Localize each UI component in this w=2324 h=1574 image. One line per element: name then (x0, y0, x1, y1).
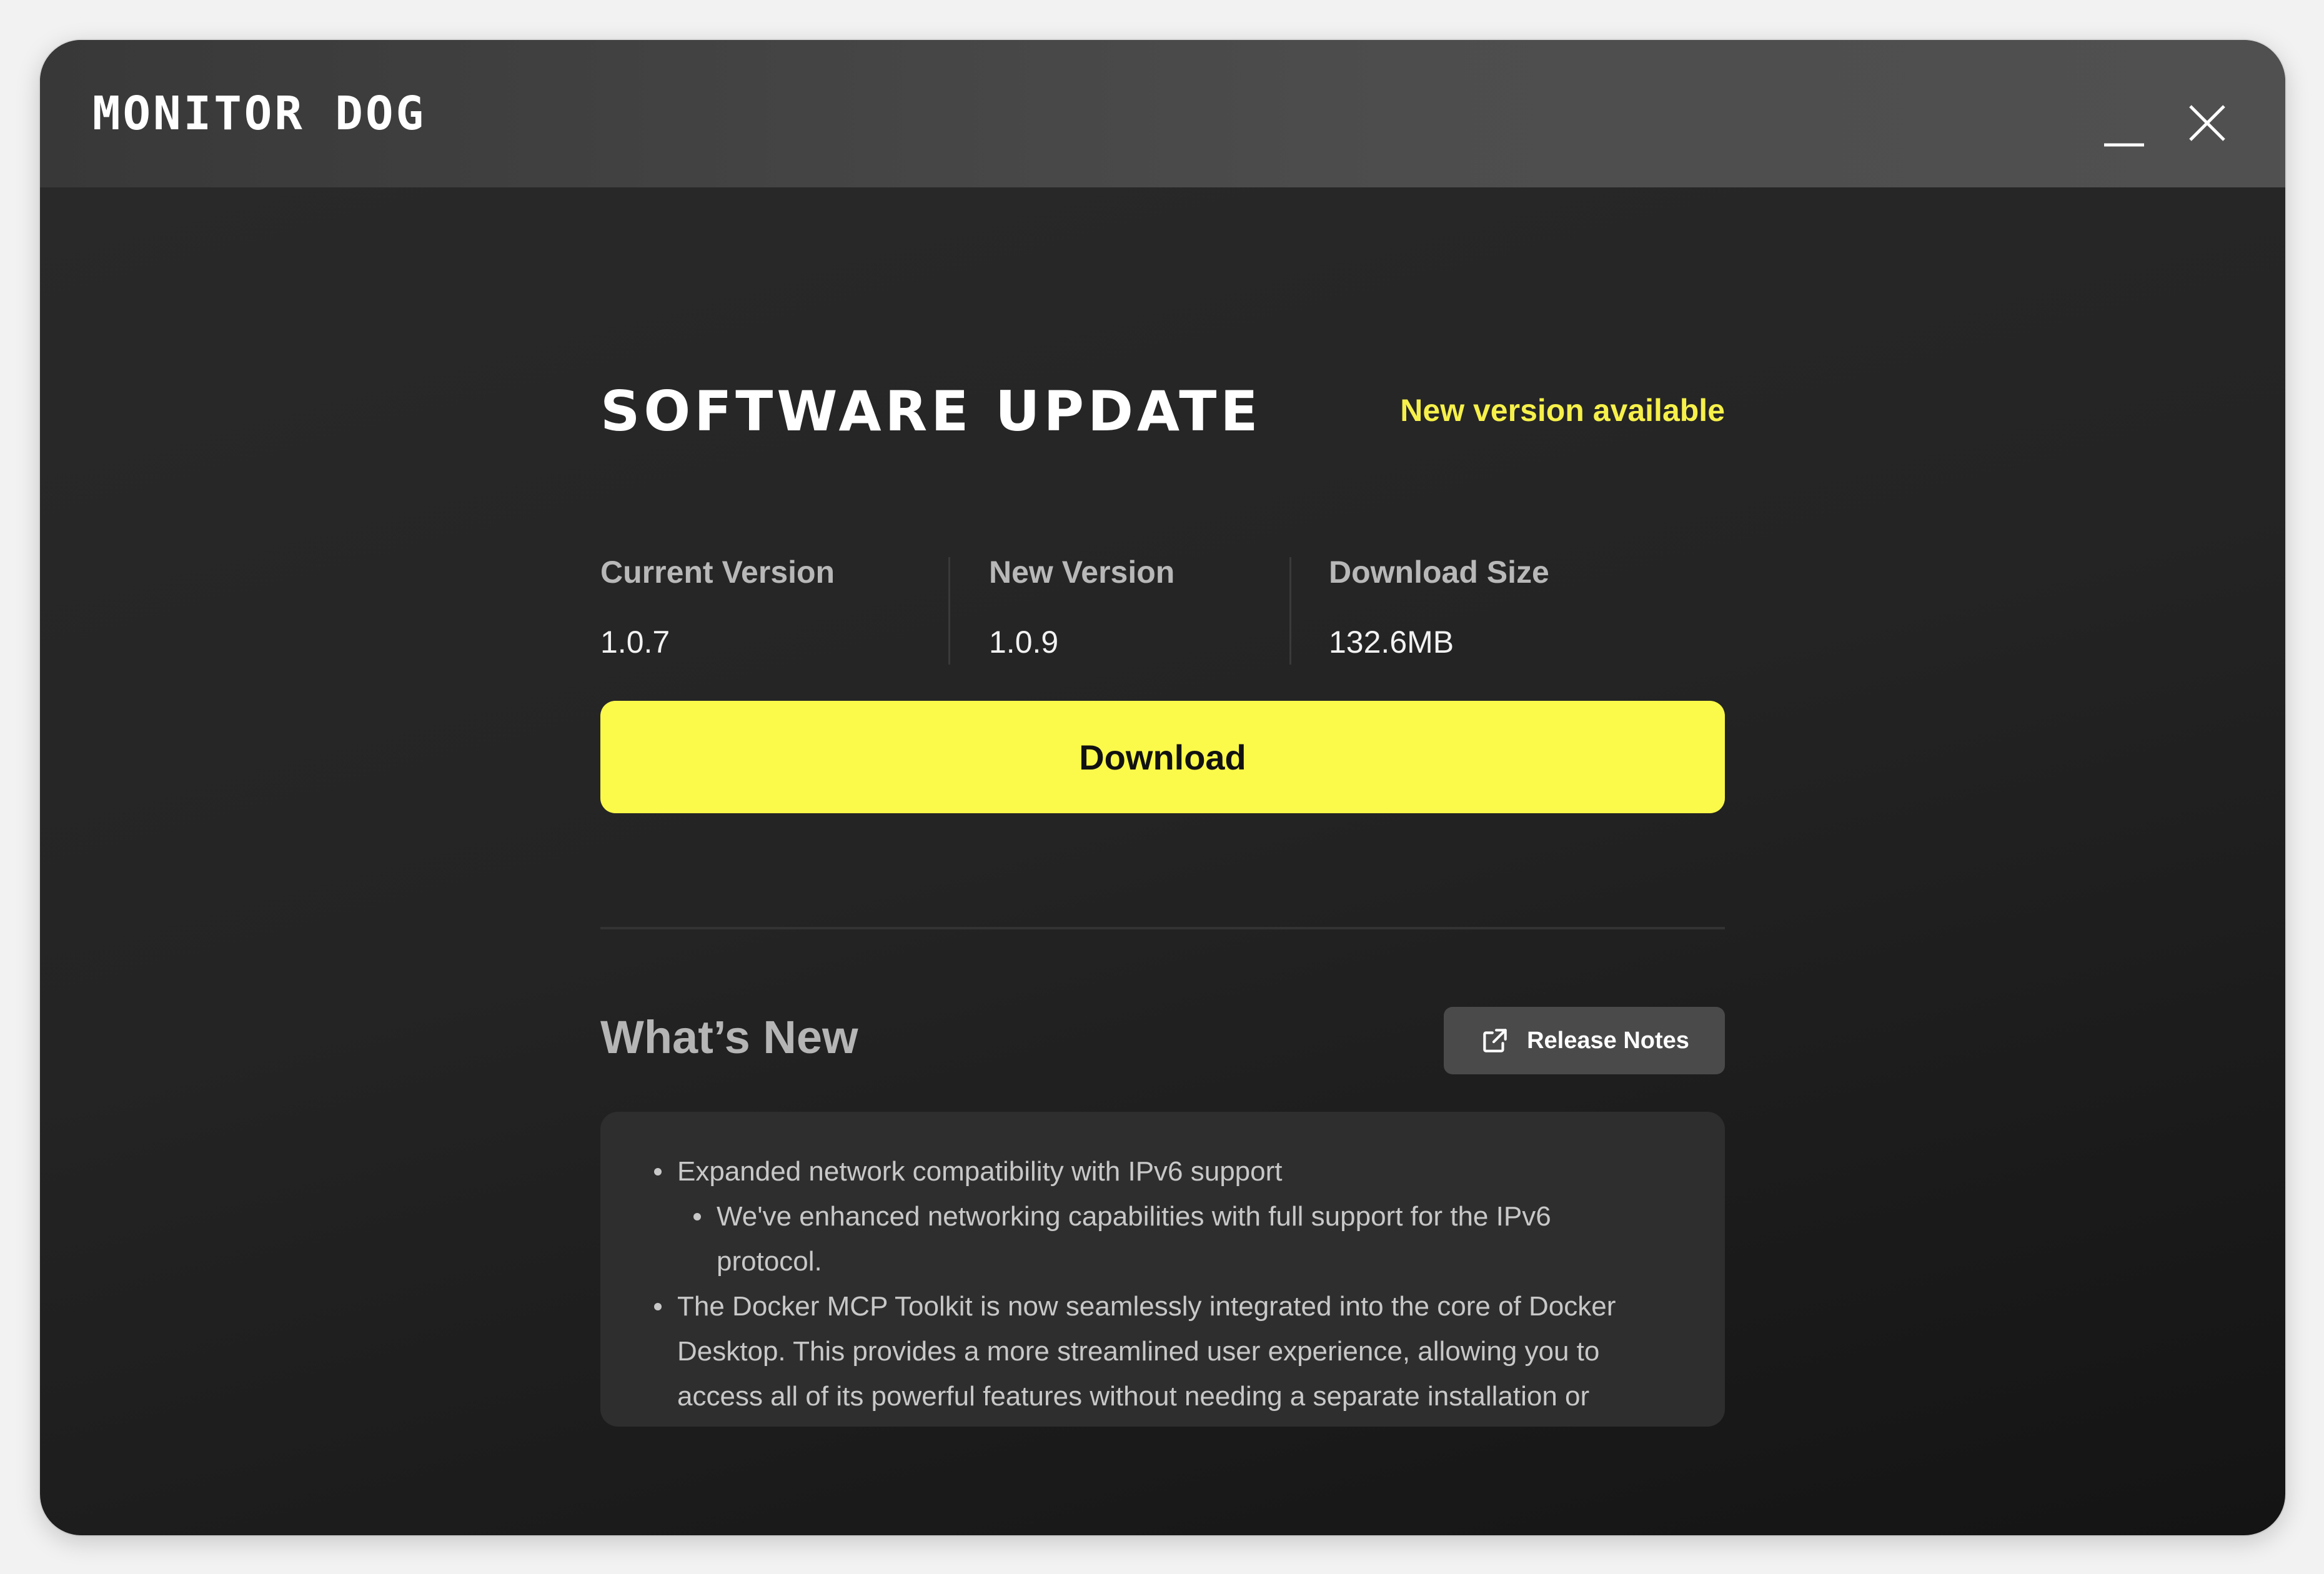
minimize-icon (2104, 143, 2144, 147)
stat-value: 1.0.9 (989, 625, 1059, 660)
stat-label: Current Version (600, 555, 835, 590)
stat-divider (1289, 557, 1291, 665)
stat-label: New Version (989, 555, 1175, 590)
minimize-button[interactable] (2093, 92, 2155, 155)
whats-new-title: What’s New (600, 1011, 858, 1063)
release-note-text: protocol. (717, 1246, 822, 1277)
release-note-line: protocol. (600, 1239, 1725, 1284)
close-button[interactable] (2175, 92, 2238, 155)
release-note-line: Desktop. This provides a more streamline… (600, 1329, 1725, 1374)
bullet-icon (693, 1213, 701, 1220)
bullet-icon (654, 1168, 662, 1176)
release-note-text: The Docker MCP Toolkit is now seamlessly… (677, 1291, 1616, 1322)
release-notes-label: Release Notes (1527, 1027, 1689, 1054)
release-note-line: The Docker MCP Toolkit is now seamlessly… (600, 1284, 1725, 1329)
release-note-line: We've enhanced networking capabilities w… (600, 1194, 1725, 1239)
divider (600, 927, 1725, 929)
desktop-background: MONITOR DOG SOFTWARE UPDATE New version … (0, 0, 2324, 1574)
release-note-line: Expanded network compatibility with IPv6… (600, 1149, 1725, 1194)
release-notes-list: Expanded network compatibility with IPv6… (600, 1149, 1725, 1419)
title-bar[interactable]: MONITOR DOG (40, 40, 2285, 187)
release-notes-box[interactable]: Expanded network compatibility with IPv6… (600, 1112, 1725, 1427)
stat-divider (948, 557, 950, 665)
version-stats: Current Version 1.0.7 New Version 1.0.9 … (600, 552, 1725, 668)
release-note-text: access all of its powerful features with… (677, 1381, 1590, 1412)
release-notes-button[interactable]: Release Notes (1444, 1007, 1725, 1074)
stat-current-version: Current Version 1.0.7 (600, 552, 835, 668)
update-window: MONITOR DOG SOFTWARE UPDATE New version … (40, 40, 2285, 1535)
release-note-text: Desktop. This provides a more streamline… (677, 1336, 1600, 1367)
page-title: SOFTWARE UPDATE (600, 379, 1262, 443)
stat-new-version: New Version 1.0.9 (989, 552, 1174, 668)
bullet-icon (654, 1303, 662, 1310)
download-button[interactable]: Download (600, 701, 1725, 813)
app-logo: MONITOR DOG (92, 87, 427, 141)
download-button-label: Download (1079, 737, 1246, 777)
stat-download-size: Download Size 132.6MB (1329, 552, 1549, 668)
external-link-icon (1483, 1029, 1507, 1052)
stat-value: 1.0.7 (600, 625, 670, 660)
close-icon (2189, 105, 2225, 141)
release-note-text: We've enhanced networking capabilities w… (717, 1201, 1551, 1232)
status-badge: New version available (1400, 393, 1725, 428)
stat-value: 132.6MB (1329, 625, 1454, 660)
release-note-text: Expanded network compatibility with IPv6… (677, 1156, 1283, 1187)
logo-text: MONITOR DOG (92, 87, 427, 141)
release-note-line: access all of its powerful features with… (600, 1374, 1725, 1419)
stat-label: Download Size (1329, 555, 1549, 590)
